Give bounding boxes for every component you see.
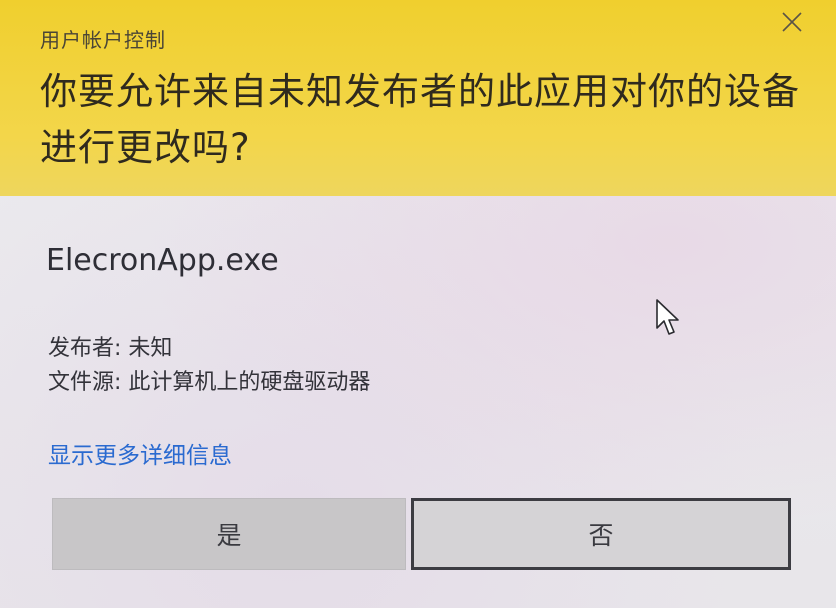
file-source-info: 文件源: 此计算机上的硬盘驱动器: [48, 370, 371, 395]
app-name: ElecronApp.exe: [46, 243, 279, 278]
show-more-details-link[interactable]: 显示更多详细信息: [48, 436, 232, 470]
mouse-pointer-icon: [656, 299, 679, 335]
close-icon: [782, 12, 802, 32]
uac-dialog: 用户帐户控制 你要允许来自未知发布者的此应用对你的设备进行更改吗? Elecro…: [0, 0, 836, 608]
no-button[interactable]: 否: [411, 498, 791, 570]
dialog-title: 用户帐户控制: [40, 28, 166, 52]
permission-question: 你要允许来自未知发布者的此应用对你的设备进行更改吗?: [40, 70, 800, 169]
close-button[interactable]: [774, 4, 810, 40]
yes-button[interactable]: 是: [52, 498, 406, 570]
publisher-info: 发布者: 未知: [48, 336, 173, 361]
dialog-header: 用户帐户控制 你要允许来自未知发布者的此应用对你的设备进行更改吗?: [0, 0, 836, 196]
